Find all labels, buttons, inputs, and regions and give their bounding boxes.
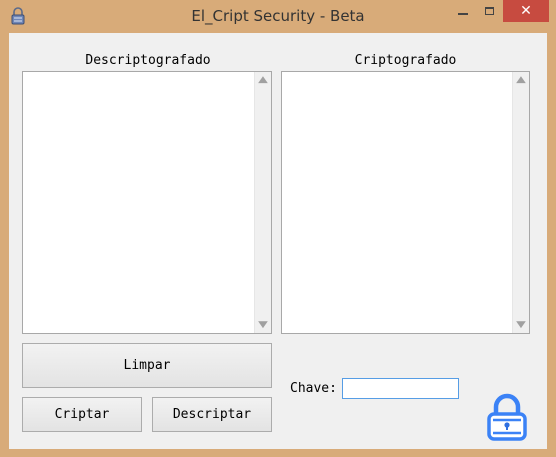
encrypted-textbox[interactable]: ▲ ▼ bbox=[281, 71, 530, 334]
scroll-up-icon[interactable]: ▲ bbox=[510, 72, 529, 88]
decrypted-scrollbar[interactable]: ▲ ▼ bbox=[254, 72, 271, 333]
scroll-down-icon[interactable]: ▼ bbox=[252, 317, 271, 333]
title-bar[interactable]: El_Cript Security - Beta ✕ bbox=[0, 0, 556, 33]
client-area: Descriptografado Criptografado ▲ ▼ ▲ ▼ L… bbox=[9, 33, 547, 449]
app-window: El_Cript Security - Beta ✕ Descriptograf… bbox=[0, 0, 556, 457]
maximize-icon bbox=[484, 7, 494, 15]
close-icon: ✕ bbox=[520, 3, 532, 19]
minimize-button[interactable] bbox=[449, 0, 477, 22]
encrypted-scrollbar[interactable]: ▲ ▼ bbox=[512, 72, 529, 333]
minimize-icon bbox=[458, 13, 468, 15]
clear-button[interactable]: Limpar bbox=[22, 343, 272, 388]
decrypted-textbox[interactable]: ▲ ▼ bbox=[22, 71, 272, 334]
encrypted-text-input[interactable] bbox=[282, 72, 514, 333]
maximize-button[interactable] bbox=[477, 0, 501, 22]
scroll-down-icon[interactable]: ▼ bbox=[510, 317, 529, 333]
decrypt-button[interactable]: Descriptar bbox=[152, 397, 272, 432]
encrypt-button[interactable]: Criptar bbox=[22, 397, 142, 432]
scroll-up-icon[interactable]: ▲ bbox=[252, 72, 271, 88]
key-input[interactable] bbox=[342, 378, 459, 399]
encrypted-label: Criptografado bbox=[354, 53, 457, 68]
close-button[interactable]: ✕ bbox=[503, 0, 549, 22]
key-label: Chave: bbox=[290, 381, 337, 396]
decrypted-label: Descriptografado bbox=[85, 53, 211, 68]
padlock-icon bbox=[487, 393, 527, 441]
decrypted-text-input[interactable] bbox=[23, 72, 255, 333]
